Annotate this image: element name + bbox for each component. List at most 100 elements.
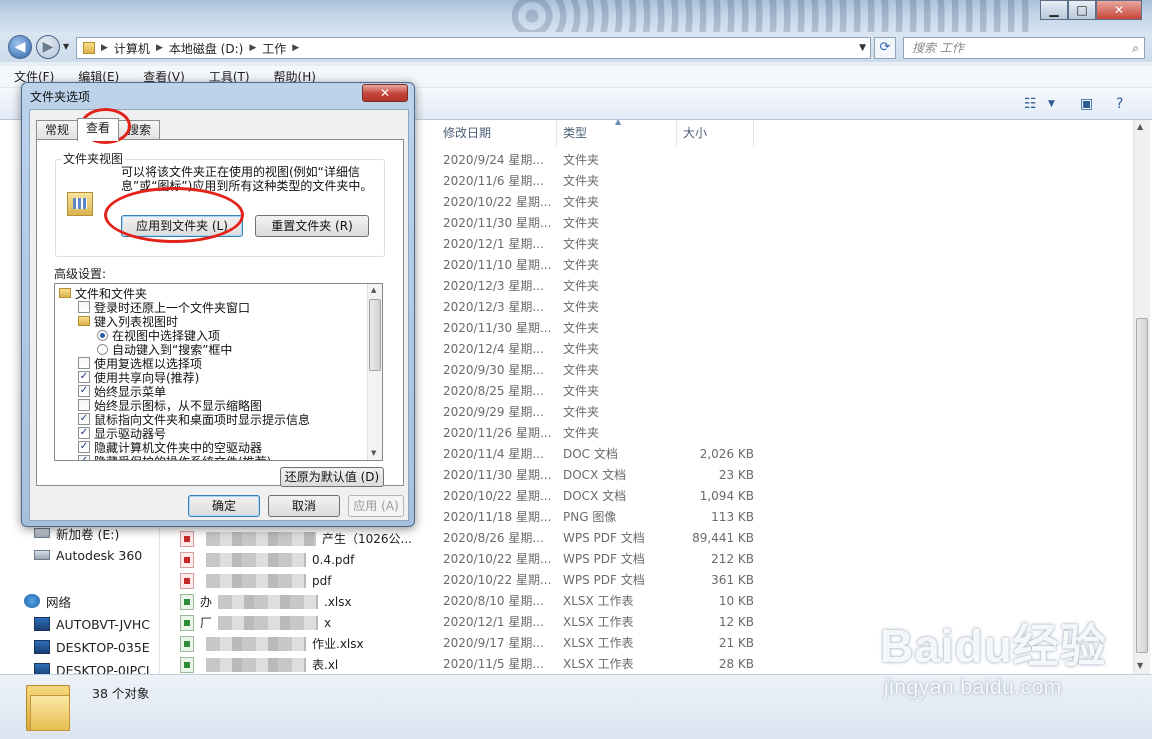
scroll-down-icon[interactable]: ▼	[1137, 661, 1143, 670]
minimize-button[interactable]: ▁	[1040, 0, 1068, 20]
table-row[interactable]: 2020/11/30 星期... DOCX 文档 23 KB	[437, 465, 1137, 486]
checkbox[interactable]: ✓	[78, 385, 90, 397]
table-row[interactable]: 2020/10/22 星期... 文件夹	[437, 192, 1137, 213]
vertical-scrollbar[interactable]: ▲ ▼	[1133, 120, 1150, 674]
cancel-button[interactable]: 取消	[268, 495, 340, 517]
tab-view[interactable]: 查看	[77, 118, 120, 141]
checkbox[interactable]: ✓	[78, 427, 90, 439]
table-row[interactable]: 2020/11/10 星期... 文件夹	[437, 255, 1137, 276]
nav-item-network[interactable]: 网络	[24, 591, 71, 611]
advanced-settings-list[interactable]: ✓隐藏受保护的操作系统文件(推荐)✓隐藏计算机文件夹中的空驱动器✓显示驱动器号✓…	[54, 283, 383, 461]
forward-button[interactable]: ▶	[36, 35, 60, 59]
file-name-cell[interactable]: 办 .xlsx	[180, 591, 352, 612]
setting-item[interactable]: ✓ 鼠标指向文件夹和桌面项时显示提示信息	[78, 412, 310, 427]
breadcrumb-separator-icon[interactable]: ▶	[249, 43, 256, 53]
setting-item[interactable]: ✓ 使用共享向导(推荐)	[78, 370, 199, 385]
reset-folders-button[interactable]: 重置文件夹 (R)	[255, 215, 369, 237]
checkbox[interactable]: ✓	[78, 441, 90, 453]
table-row[interactable]: 2020/8/10 星期... XLSX 工作表 10 KB	[437, 591, 1137, 612]
settings-scroll-thumb[interactable]	[369, 299, 381, 371]
scroll-up-icon[interactable]: ▲	[1137, 122, 1143, 131]
help-icon[interactable]: ?	[1116, 96, 1123, 112]
redacted-text	[206, 657, 306, 672]
checkbox[interactable]	[78, 301, 90, 313]
apply-button[interactable]: 应用 (A)	[348, 495, 404, 517]
table-row[interactable]: 2020/11/6 星期... 文件夹	[437, 171, 1137, 192]
table-row[interactable]: 2020/11/26 星期... 文件夹	[437, 423, 1137, 444]
table-row[interactable]: 2020/11/18 星期... PNG 图像 113 KB	[437, 507, 1137, 528]
restore-defaults-button[interactable]: 还原为默认值 (D)	[280, 467, 384, 487]
table-row[interactable]: 2020/9/30 星期... 文件夹	[437, 360, 1137, 381]
view-dropdown-icon[interactable]: ▼	[1048, 99, 1055, 109]
table-row[interactable]: 2020/12/3 星期... 文件夹	[437, 276, 1137, 297]
file-name-cell[interactable]: 厂x	[180, 612, 331, 633]
setting-item[interactable]: 使用复选框以选择项	[78, 356, 202, 371]
checkbox[interactable]: ✓	[78, 413, 90, 425]
checkbox[interactable]	[78, 357, 90, 369]
nav-item-desktop-035e[interactable]: DESKTOP-035E	[34, 637, 150, 657]
table-row[interactable]: 2020/11/30 星期... 文件夹	[437, 318, 1137, 339]
radio-button[interactable]	[97, 329, 108, 341]
setting-item[interactable]: 在视图中选择键入项	[97, 328, 220, 343]
setting-item[interactable]: 登录时还原上一个文件夹窗口	[78, 300, 250, 315]
table-row[interactable]: 2020/10/22 星期... WPS PDF 文档 361 KB	[437, 570, 1137, 591]
checkbox[interactable]: ✓	[78, 371, 90, 383]
checkbox[interactable]: ✓	[78, 455, 90, 460]
setting-item[interactable]: 键入列表视图时	[78, 314, 178, 329]
setting-item[interactable]: ✓ 显示驱动器号	[78, 426, 166, 441]
table-row[interactable]: 2020/11/30 星期... 文件夹	[437, 213, 1137, 234]
preview-pane-icon[interactable]: ▣	[1080, 96, 1093, 112]
column-size[interactable]: 大小	[677, 120, 754, 146]
table-row[interactable]: 2020/8/26 星期... WPS PDF 文档 89,441 KB	[437, 528, 1137, 549]
file-name-cell[interactable]: 产生（1026公...	[180, 528, 412, 549]
breadcrumb-work[interactable]: 工作	[262, 40, 286, 57]
ok-button[interactable]: 确定	[188, 495, 260, 517]
dialog-close-button[interactable]: ✕	[362, 84, 408, 102]
tab-search[interactable]: 搜索	[118, 120, 161, 140]
scroll-down-icon[interactable]: ▼	[371, 449, 376, 457]
breadcrumb-separator-icon[interactable]: ▶	[292, 43, 299, 53]
table-row[interactable]: 2020/10/22 星期... WPS PDF 文档 212 KB	[437, 549, 1137, 570]
table-row[interactable]: 2020/9/24 星期... 文件夹	[437, 150, 1137, 171]
scroll-thumb[interactable]	[1136, 318, 1148, 653]
file-name-cell[interactable]: 表.xl	[180, 654, 338, 675]
file-name-cell[interactable]: pdf	[180, 570, 331, 591]
table-row[interactable]: 2020/8/25 星期... 文件夹	[437, 381, 1137, 402]
breadcrumb-local-disk[interactable]: 本地磁盘 (D:)	[169, 40, 243, 57]
setting-item[interactable]: ✓ 始终显示菜单	[78, 384, 166, 399]
file-name-cell[interactable]: 0.4.pdf	[180, 549, 354, 570]
breadcrumb-separator-icon[interactable]: ▶	[101, 43, 108, 53]
tab-general[interactable]: 常规	[36, 120, 79, 140]
refresh-button[interactable]: ⟳	[874, 37, 896, 59]
view-options-icon[interactable]: ☷	[1024, 96, 1037, 112]
setting-item[interactable]: ✓ 隐藏计算机文件夹中的空驱动器	[78, 440, 262, 455]
search-input[interactable]: 搜索 工作 ⌕	[903, 37, 1145, 59]
file-name-cell[interactable]: 作业.xlsx	[180, 633, 364, 654]
nav-item-autodesk[interactable]: Autodesk 360	[34, 545, 142, 565]
date-cell: 2020/12/3 星期...	[443, 279, 544, 293]
recent-pages-dropdown-icon[interactable]: ▼	[63, 42, 69, 51]
radio-button[interactable]	[97, 343, 108, 355]
breadcrumb-computer[interactable]: 计算机	[114, 40, 150, 57]
setting-item[interactable]: 始终显示图标，从不显示缩略图	[78, 398, 262, 413]
table-row[interactable]: 2020/10/22 星期... DOCX 文档 1,094 KB	[437, 486, 1137, 507]
address-dropdown-icon[interactable]: ▼	[859, 43, 866, 53]
table-row[interactable]: 2020/9/29 星期... 文件夹	[437, 402, 1137, 423]
setting-item[interactable]: 自动键入到“搜索”框中	[97, 342, 232, 357]
apply-to-folders-button[interactable]: 应用到文件夹 (L)	[121, 215, 243, 237]
setting-item[interactable]: 文件和文件夹	[59, 286, 147, 301]
table-row[interactable]: 2020/12/1 星期... 文件夹	[437, 234, 1137, 255]
breadcrumb-separator-icon[interactable]: ▶	[156, 43, 163, 53]
table-row[interactable]: 2020/12/3 星期... 文件夹	[437, 297, 1137, 318]
scroll-up-icon[interactable]: ▲	[371, 286, 376, 294]
settings-scrollbar[interactable]: ▲ ▼	[367, 284, 382, 460]
address-bar[interactable]: ▶ 计算机 ▶ 本地磁盘 (D:) ▶ 工作 ▶ ▼	[76, 37, 871, 59]
checkbox[interactable]	[78, 399, 90, 411]
table-row[interactable]: 2020/11/4 星期... DOC 文档 2,026 KB	[437, 444, 1137, 465]
maximize-button[interactable]: □	[1068, 0, 1096, 20]
table-row[interactable]: 2020/12/4 星期... 文件夹	[437, 339, 1137, 360]
back-button[interactable]: ◀	[8, 35, 32, 59]
column-modified[interactable]: 修改日期	[437, 120, 557, 146]
close-button[interactable]: ✕	[1096, 0, 1142, 20]
nav-item-autobvt[interactable]: AUTOBVT-JVHC	[34, 614, 150, 634]
